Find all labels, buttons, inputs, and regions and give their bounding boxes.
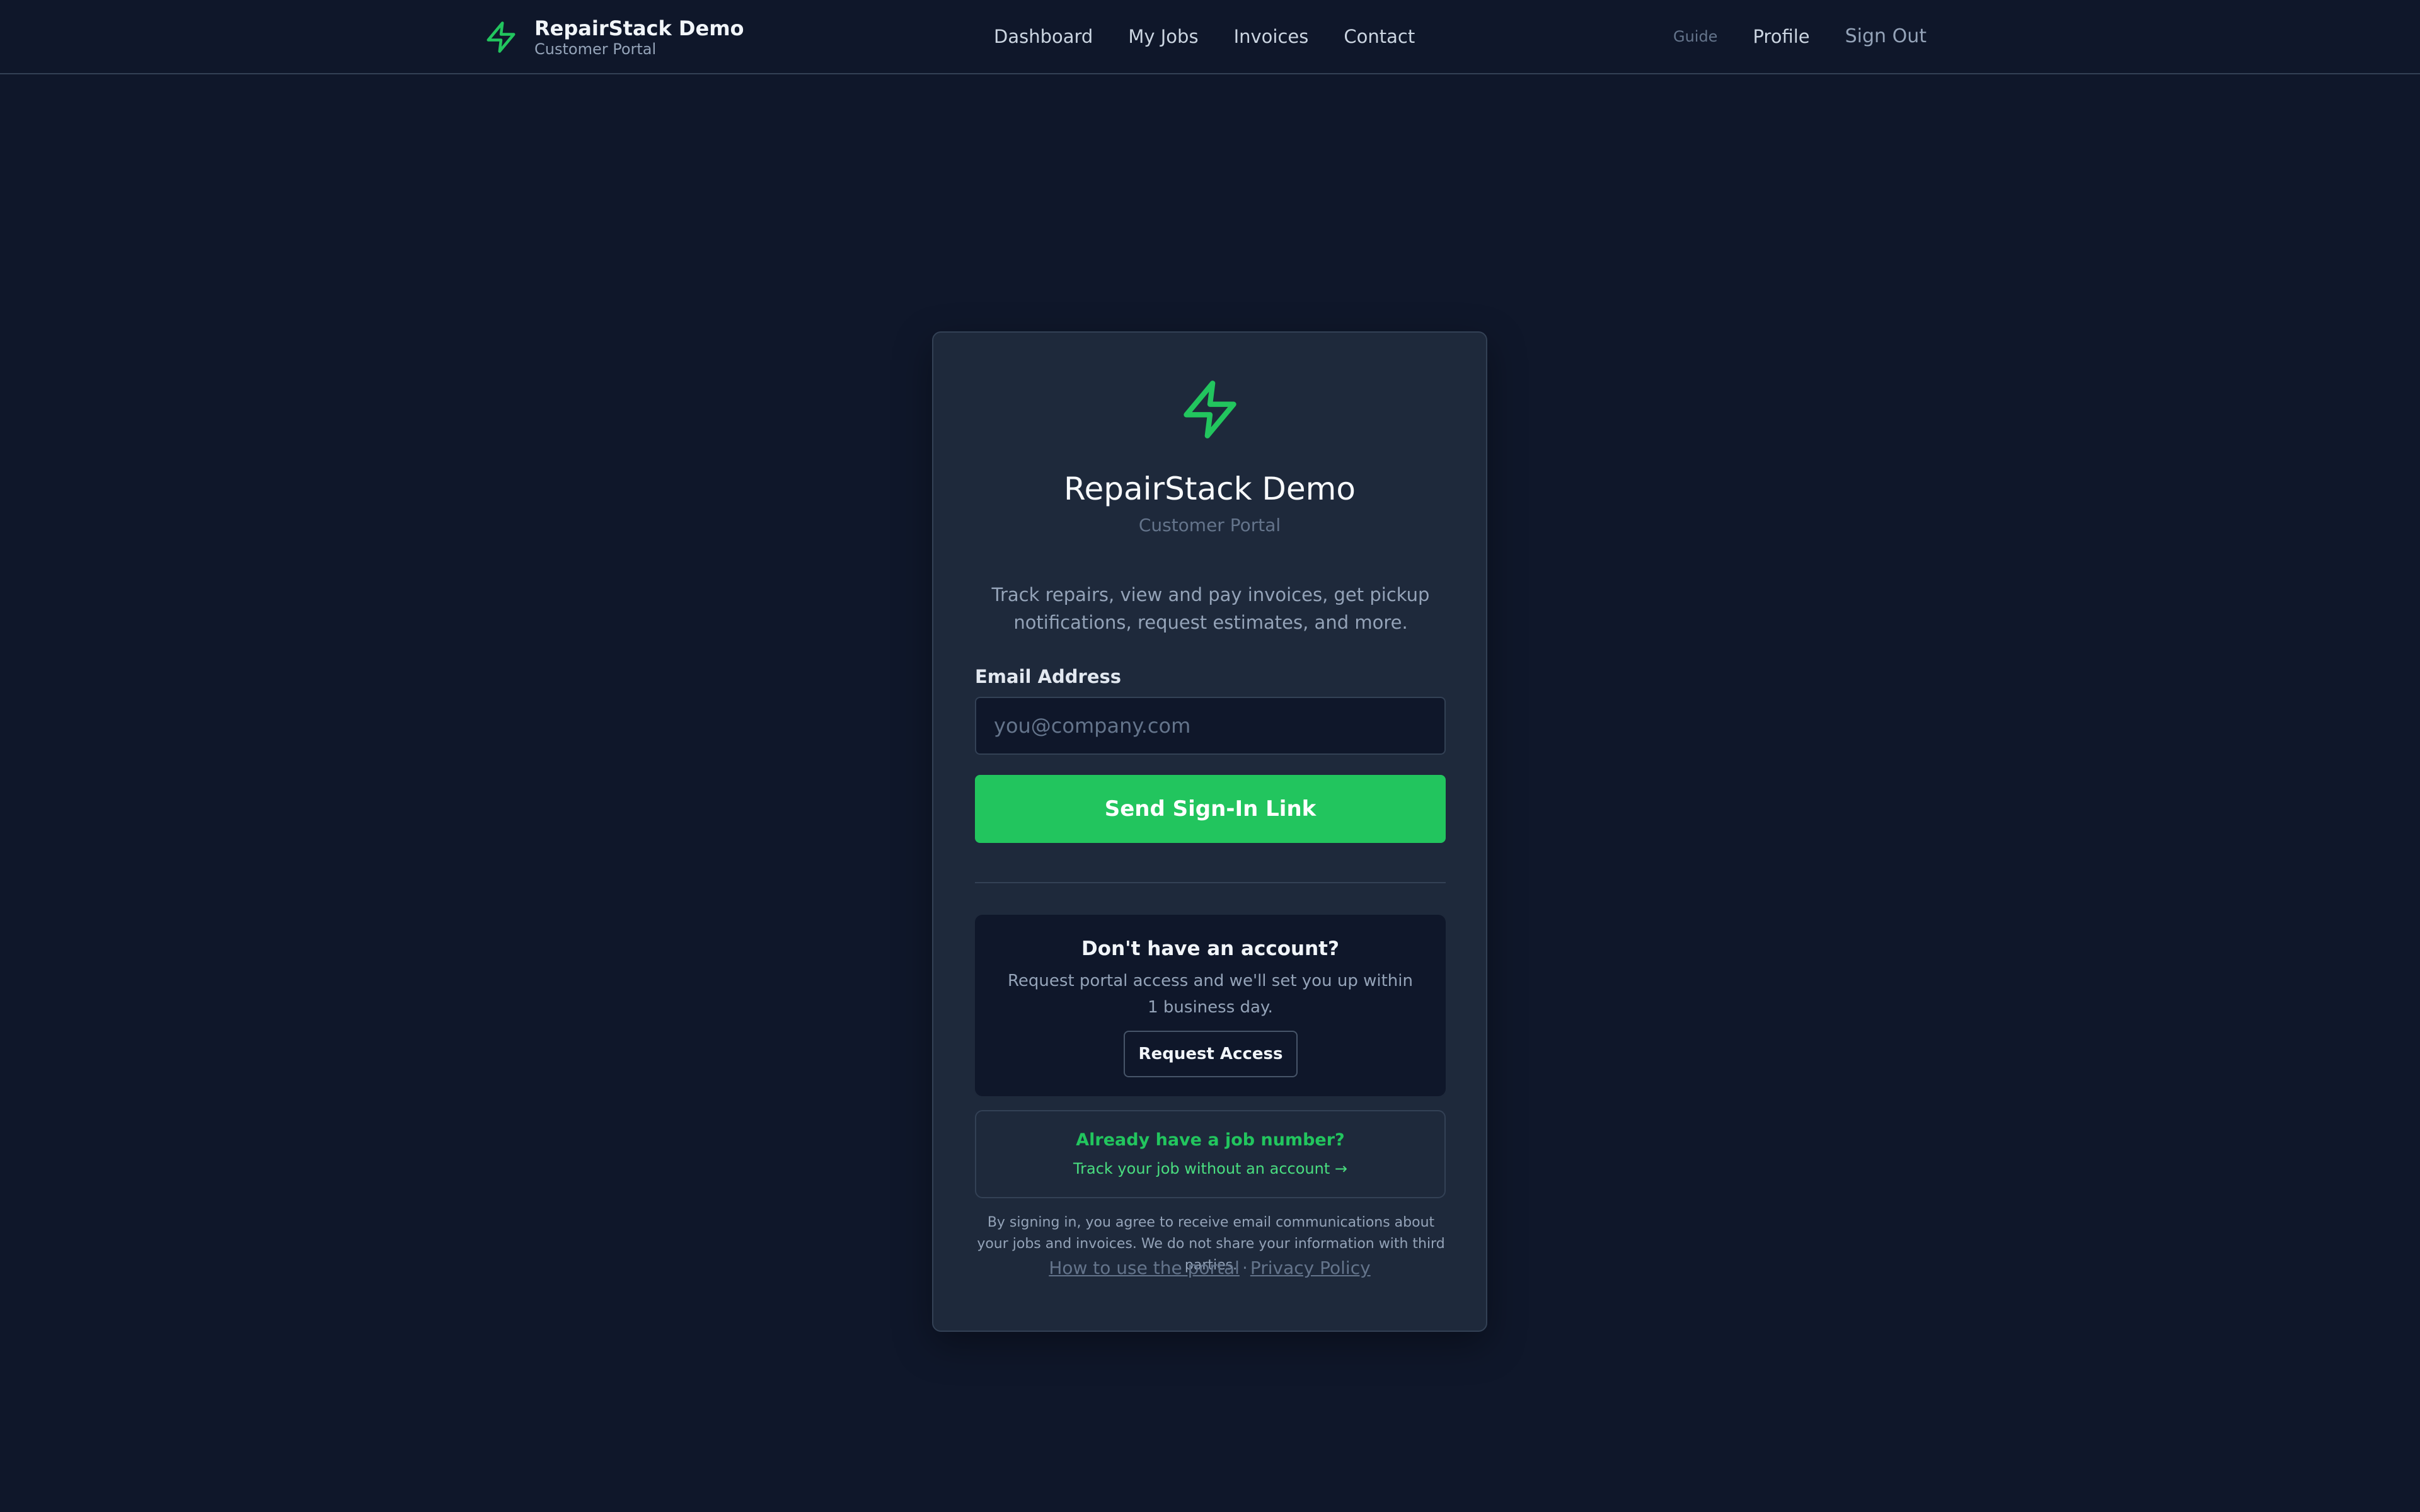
top-navigation: RepairStack Demo Customer Portal Dashboa… bbox=[0, 0, 2420, 74]
track-job-link[interactable]: Track your job without an account → bbox=[976, 1158, 1444, 1179]
brand-subtitle: Customer Portal bbox=[534, 40, 657, 58]
privacy-policy-link[interactable]: Privacy Policy bbox=[1250, 1257, 1371, 1278]
lightning-bolt-icon bbox=[487, 21, 516, 53]
sign-out-link[interactable]: Sign Out bbox=[1845, 23, 1927, 50]
footer-links: How to use the portal · Privacy Policy bbox=[933, 1256, 1486, 1280]
email-label: Email Address bbox=[975, 666, 1122, 687]
nav-guide-link[interactable]: Guide bbox=[1673, 23, 1717, 50]
card-subtitle: Customer Portal bbox=[1138, 515, 1281, 536]
brand[interactable]: RepairStack Demo Customer Portal bbox=[484, 15, 744, 59]
main-nav: Dashboard My Jobs Invoices Contact bbox=[994, 23, 1415, 50]
nav-dashboard-link[interactable]: Dashboard bbox=[994, 23, 1093, 50]
signup-heading: Don't have an account? bbox=[1081, 937, 1339, 960]
account-nav: Guide Profile Sign Out bbox=[1673, 23, 1927, 50]
track-heading: Already have a job number? bbox=[1076, 1130, 1345, 1150]
nav-profile-link[interactable]: Profile bbox=[1753, 23, 1809, 50]
send-sign-in-link-button[interactable]: Send Sign-In Link bbox=[975, 775, 1446, 843]
nav-invoices-link[interactable]: Invoices bbox=[1234, 23, 1309, 50]
request-access-button[interactable]: Request Access bbox=[1124, 1031, 1298, 1077]
request-access-panel: Don't have an account? Request portal ac… bbox=[975, 915, 1446, 1096]
how-to-use-link[interactable]: How to use the portal bbox=[1049, 1257, 1240, 1278]
nav-contact-link[interactable]: Contact bbox=[1344, 23, 1415, 50]
brand-text: RepairStack Demo Customer Portal bbox=[534, 16, 744, 58]
tagline: Track repairs, view and pay invoices, ge… bbox=[991, 584, 1430, 633]
nav-my-jobs-link[interactable]: My Jobs bbox=[1128, 23, 1198, 50]
login-card: RepairStack Demo Customer Portal Track r… bbox=[932, 331, 1487, 1332]
track-job-panel[interactable]: Already have a job number? Track your jo… bbox=[975, 1110, 1446, 1198]
signup-text: Request portal access and we'll set you … bbox=[1008, 971, 1413, 1017]
card-title: RepairStack Demo bbox=[1064, 471, 1356, 507]
email-field[interactable] bbox=[975, 697, 1446, 755]
lightning-bolt-icon bbox=[1183, 381, 1236, 438]
brand-title: RepairStack Demo bbox=[534, 16, 744, 40]
footer-separator: · bbox=[1242, 1257, 1248, 1278]
divider bbox=[975, 882, 1446, 883]
